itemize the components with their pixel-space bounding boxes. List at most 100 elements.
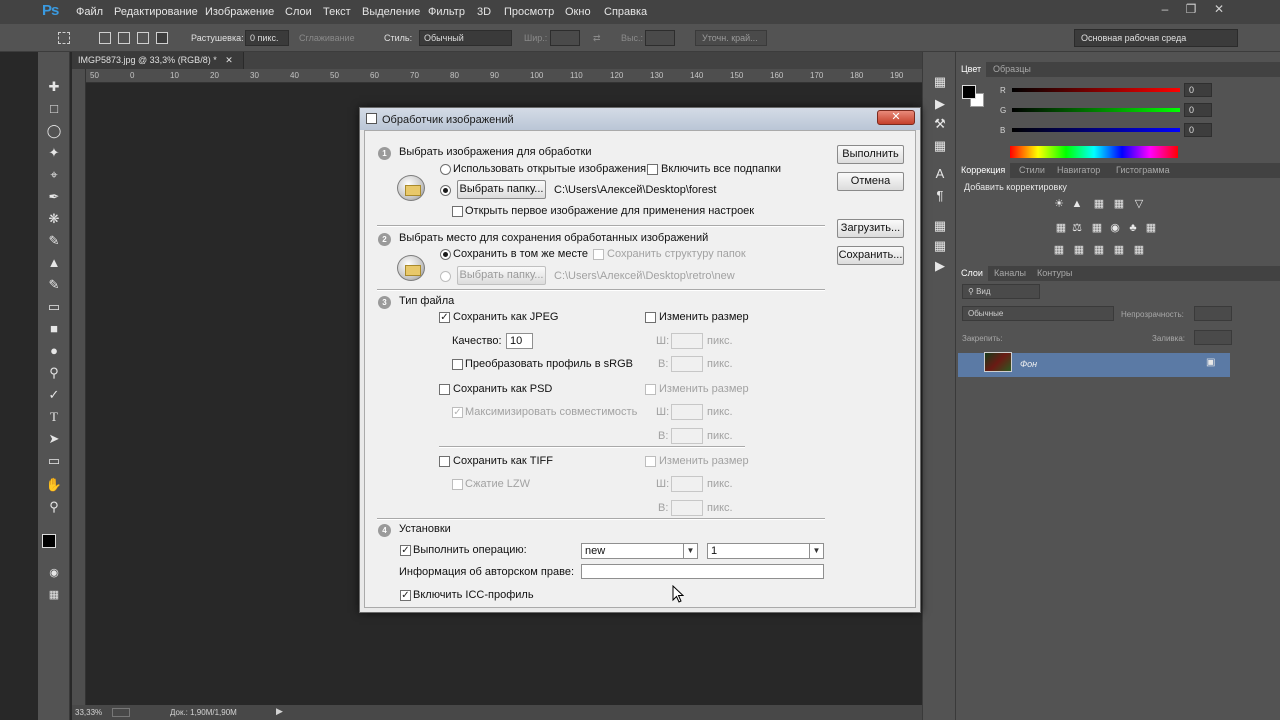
- levels-icon[interactable]: ▲: [1070, 198, 1084, 210]
- eraser-tool-icon[interactable]: ▭: [44, 298, 64, 316]
- max-compat-checkbox[interactable]: ✓: [452, 407, 463, 418]
- choose-destination-folder-radio[interactable]: [440, 271, 451, 282]
- tab-layers[interactable]: Слои: [956, 266, 988, 281]
- character-icon[interactable]: A: [930, 166, 950, 184]
- opacity-input[interactable]: [1194, 306, 1232, 321]
- new-selection-icon[interactable]: [99, 32, 111, 44]
- threshold-icon[interactable]: ▦: [1092, 244, 1106, 256]
- add-selection-icon[interactable]: [118, 32, 130, 44]
- save-settings-button[interactable]: Сохранить...: [837, 246, 904, 265]
- menu-window[interactable]: Окно: [565, 6, 591, 18]
- menu-edit[interactable]: Редактирование: [114, 6, 198, 18]
- convert-srgb-label[interactable]: Преобразовать профиль в sRGB: [465, 358, 633, 370]
- jpeg-width-input[interactable]: [671, 333, 703, 349]
- tab-swatches[interactable]: Образцы: [988, 62, 1036, 77]
- selective-color-icon[interactable]: ▦: [1132, 244, 1146, 256]
- choose-source-folder-button[interactable]: Выбрать папку...: [457, 180, 546, 199]
- blend-mode-select[interactable]: Обычные: [962, 306, 1114, 321]
- channel-mixer-icon[interactable]: ♣: [1126, 222, 1140, 234]
- include-icc-label[interactable]: Включить ICC-профиль: [413, 589, 534, 601]
- r-slider[interactable]: [1012, 88, 1180, 92]
- menu-layers[interactable]: Слои: [285, 6, 312, 18]
- zoom-level[interactable]: 33,33%: [75, 708, 102, 717]
- psd-resize-checkbox[interactable]: [645, 384, 656, 395]
- paragraph-icon[interactable]: ¶: [930, 188, 950, 206]
- styles-icon[interactable]: ▦: [930, 238, 950, 256]
- max-compat-label[interactable]: Максимизировать совместимость: [465, 406, 637, 418]
- curves-icon[interactable]: ▦: [1092, 198, 1106, 210]
- subtract-selection-icon[interactable]: [137, 32, 149, 44]
- type-tool-icon[interactable]: T: [44, 408, 64, 426]
- choose-source-folder-radio[interactable]: [440, 185, 451, 196]
- run-action-label[interactable]: Выполнить операцию:: [413, 544, 527, 556]
- antialias-checkbox-label[interactable]: Сглаживание: [299, 33, 355, 43]
- marquee-preset-icon[interactable]: [58, 32, 70, 44]
- cancel-button[interactable]: Отмена: [837, 172, 904, 191]
- save-same-location-radio[interactable]: [440, 249, 451, 260]
- jpeg-resize-checkbox[interactable]: [645, 312, 656, 323]
- foreground-color-swatch[interactable]: [42, 534, 56, 548]
- load-button[interactable]: Загрузить...: [837, 219, 904, 238]
- close-window-icon[interactable]: ✕: [1208, 2, 1230, 18]
- menu-type[interactable]: Текст: [323, 6, 351, 18]
- tool-presets-icon[interactable]: ⚒: [930, 116, 950, 134]
- width-input[interactable]: [550, 30, 580, 46]
- move-tool-icon[interactable]: ✚: [44, 78, 64, 96]
- workspace-select[interactable]: Основная рабочая среда: [1074, 29, 1238, 47]
- menu-file[interactable]: Файл: [76, 6, 103, 18]
- close-tab-icon[interactable]: ✕: [225, 55, 233, 65]
- intersect-selection-icon[interactable]: [156, 32, 168, 44]
- include-subfolders-label[interactable]: Включить все подпапки: [661, 163, 781, 175]
- exposure-icon[interactable]: ▦: [1112, 198, 1126, 210]
- layer-kind-filter[interactable]: ⚲ Вид: [962, 284, 1040, 299]
- psd-width-input[interactable]: [671, 404, 703, 420]
- g-slider[interactable]: [1012, 108, 1180, 112]
- jpeg-height-input[interactable]: [671, 356, 703, 372]
- action-select[interactable]: 1 ▼: [707, 543, 824, 559]
- status-arrow-icon[interactable]: ▶: [276, 706, 283, 717]
- psd-height-input[interactable]: [671, 428, 703, 444]
- tab-paths[interactable]: Контуры: [1032, 266, 1077, 281]
- menu-select[interactable]: Выделение: [362, 6, 420, 18]
- include-icc-checkbox[interactable]: ✓: [400, 590, 411, 601]
- jpeg-resize-label[interactable]: Изменить размер: [659, 311, 749, 323]
- include-subfolders-checkbox[interactable]: [647, 164, 658, 175]
- tab-navigator[interactable]: Навигатор: [1052, 163, 1105, 178]
- screen-mode-icon[interactable]: ▦: [44, 586, 64, 604]
- g-value[interactable]: 0: [1184, 103, 1212, 117]
- chevron-down-icon[interactable]: ▼: [683, 544, 697, 558]
- color-lookup-icon[interactable]: ▦: [1144, 222, 1158, 234]
- marquee-tool-icon[interactable]: □: [44, 100, 64, 118]
- save-same-location-label[interactable]: Сохранить в том же месте: [453, 248, 588, 260]
- layer-name[interactable]: Фон: [1020, 359, 1037, 369]
- run-action-checkbox[interactable]: ✓: [400, 545, 411, 556]
- layer-comps-icon[interactable]: ▦: [930, 218, 950, 236]
- photo-filter-icon[interactable]: ◉: [1108, 222, 1122, 234]
- save-tiff-checkbox[interactable]: [439, 456, 450, 467]
- menu-3d[interactable]: 3D: [477, 6, 491, 18]
- tiff-resize-label[interactable]: Изменить размер: [659, 455, 749, 467]
- menu-filter[interactable]: Фильтр: [428, 6, 465, 18]
- tab-histogram[interactable]: Гистограмма: [1111, 163, 1175, 178]
- copyright-input[interactable]: [581, 564, 824, 579]
- open-first-image-label[interactable]: Открыть первое изображение для применени…: [465, 205, 754, 217]
- tab-styles[interactable]: Стили: [1014, 163, 1050, 178]
- brush-tool-icon[interactable]: ✎: [44, 232, 64, 250]
- b-slider[interactable]: [1012, 128, 1180, 132]
- dodge-tool-icon[interactable]: ⚲: [44, 364, 64, 382]
- magic-wand-tool-icon[interactable]: ✦: [44, 144, 64, 162]
- feather-input[interactable]: 0 пикс.: [245, 30, 289, 46]
- minimize-icon[interactable]: –: [1154, 2, 1176, 18]
- chevron-down-icon[interactable]: ▼: [809, 544, 823, 558]
- gradient-map-icon[interactable]: ▦: [1112, 244, 1126, 256]
- lzw-label[interactable]: Сжатие LZW: [465, 478, 530, 490]
- action-set-select[interactable]: new ▼: [581, 543, 698, 559]
- bw-icon[interactable]: ▦: [1090, 222, 1104, 234]
- crop-tool-icon[interactable]: ⌖: [44, 166, 64, 184]
- save-jpeg-label[interactable]: Сохранить как JPEG: [453, 311, 559, 323]
- quick-mask-icon[interactable]: ◉: [44, 564, 64, 582]
- tiff-width-input[interactable]: [671, 476, 703, 492]
- blur-tool-icon[interactable]: ●: [44, 342, 64, 360]
- zoom-tool-icon[interactable]: ⚲: [44, 498, 64, 516]
- save-psd-checkbox[interactable]: [439, 384, 450, 395]
